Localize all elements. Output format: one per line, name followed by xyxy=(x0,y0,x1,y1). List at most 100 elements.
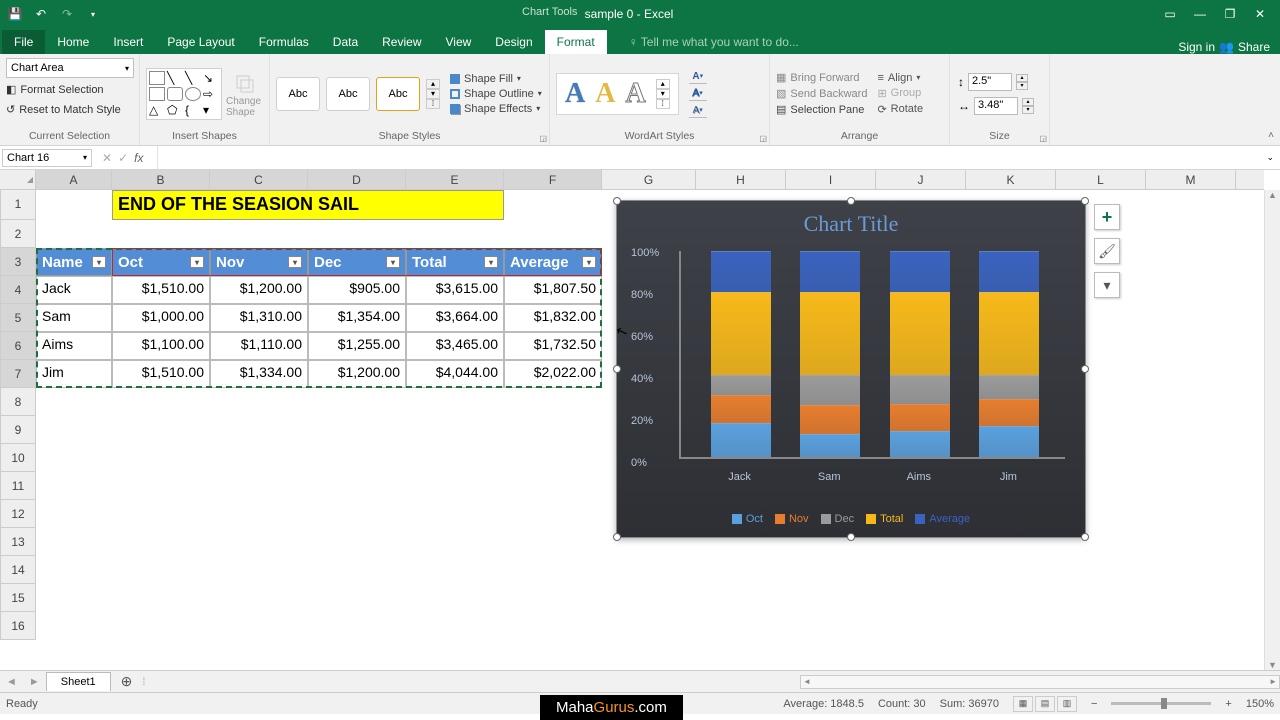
resize-handle[interactable] xyxy=(1081,197,1089,205)
sheet-nav-next[interactable]: ► xyxy=(23,676,46,688)
data-cell[interactable]: $1,807.50 xyxy=(504,276,602,304)
row-header[interactable]: 15 xyxy=(0,584,36,612)
filter-arrow-icon[interactable]: ▾ xyxy=(386,256,400,268)
sign-in-link[interactable]: Sign in xyxy=(1178,40,1215,54)
send-backward-button[interactable]: ▧Send Backward xyxy=(776,87,867,100)
rotate-button[interactable]: ⟳Rotate xyxy=(877,103,923,116)
width-spinner[interactable]: ▴▾ xyxy=(1022,98,1034,114)
row-header[interactable]: 4 xyxy=(0,276,36,304)
filter-arrow-icon[interactable]: ▾ xyxy=(190,256,204,268)
shape-styles-gallery[interactable]: Abc Abc Abc ▴▾⁞ xyxy=(276,77,440,111)
data-cell[interactable]: $1,510.00 xyxy=(112,360,210,388)
data-cell[interactable]: $2,022.00 xyxy=(504,360,602,388)
format-selection-button[interactable]: ◧Format Selection xyxy=(6,81,104,98)
chart-styles-button[interactable]: 🖌 xyxy=(1094,238,1120,264)
column-header[interactable]: K xyxy=(966,170,1056,189)
shape-outline-button[interactable]: Shape Outline▾ xyxy=(450,88,542,100)
gallery-nav[interactable]: ▴▾⁞ xyxy=(426,79,440,109)
data-cell[interactable]: $4,044.00 xyxy=(406,360,504,388)
wordart-launcher-icon[interactable]: ◲ xyxy=(759,134,767,143)
align-button[interactable]: ≡Align▾ xyxy=(877,72,923,84)
enter-formula-icon[interactable]: ✓ xyxy=(118,151,128,165)
data-cell[interactable]: $905.00 xyxy=(308,276,406,304)
name-cell[interactable]: Aims xyxy=(36,332,112,360)
fx-icon[interactable]: fx xyxy=(134,151,149,165)
column-header[interactable]: I xyxy=(786,170,876,189)
shape-width-input[interactable]: ↔3.48"▴▾ xyxy=(958,97,1034,115)
bar-stack[interactable] xyxy=(890,251,950,457)
row-header[interactable]: 6 xyxy=(0,332,36,360)
tab-data[interactable]: Data xyxy=(321,30,370,54)
row-header[interactable]: 13 xyxy=(0,528,36,556)
undo-icon[interactable]: ↶ xyxy=(32,5,50,23)
zoom-out-button[interactable]: − xyxy=(1091,698,1097,710)
wordart-style-2[interactable]: A xyxy=(595,78,615,110)
filter-arrow-icon[interactable]: ▾ xyxy=(484,256,498,268)
select-all-corner[interactable] xyxy=(0,170,36,189)
column-header[interactable]: J xyxy=(876,170,966,189)
resize-handle[interactable] xyxy=(613,533,621,541)
worksheet-grid[interactable]: ABCDEFGHIJKLM 12345678910111213141516 EN… xyxy=(0,170,1280,670)
sheet-tab-sheet1[interactable]: Sheet1 xyxy=(46,672,111,691)
bar-segment[interactable] xyxy=(711,251,771,292)
column-header[interactable]: F xyxy=(504,170,602,189)
data-cell[interactable]: $1,354.00 xyxy=(308,304,406,332)
column-header[interactable]: M xyxy=(1146,170,1236,189)
column-header[interactable]: C xyxy=(210,170,308,189)
table-header[interactable]: Nov▾ xyxy=(210,248,308,276)
bar-segment[interactable] xyxy=(711,375,771,396)
data-cell[interactable]: $1,832.00 xyxy=(504,304,602,332)
bar-segment[interactable] xyxy=(800,375,860,405)
tab-format[interactable]: Format xyxy=(545,30,607,54)
row-header[interactable]: 5 xyxy=(0,304,36,332)
width-value[interactable]: 3.48" xyxy=(974,97,1018,115)
text-effects-button[interactable]: A▾ xyxy=(689,104,707,118)
shape-fill-button[interactable]: Shape Fill▾ xyxy=(450,73,542,85)
chart-elements-button[interactable]: + xyxy=(1094,204,1120,230)
data-cell[interactable]: $1,732.50 xyxy=(504,332,602,360)
row-header[interactable]: 8 xyxy=(0,388,36,416)
ribbon-display-icon[interactable]: ▭ xyxy=(1158,4,1182,24)
data-cell[interactable]: $1,200.00 xyxy=(210,276,308,304)
tab-insert[interactable]: Insert xyxy=(101,30,155,54)
table-header[interactable]: Oct▾ xyxy=(112,248,210,276)
data-cell[interactable]: $3,615.00 xyxy=(406,276,504,304)
shape-styles-launcher-icon[interactable]: ◲ xyxy=(539,134,547,143)
tab-home[interactable]: Home xyxy=(45,30,101,54)
minimize-icon[interactable]: — xyxy=(1188,4,1212,24)
data-cell[interactable]: $1,334.00 xyxy=(210,360,308,388)
size-launcher-icon[interactable]: ◲ xyxy=(1039,134,1047,143)
bar-segment[interactable] xyxy=(979,251,1039,292)
bar-segment[interactable] xyxy=(890,431,950,457)
filter-arrow-icon[interactable]: ▾ xyxy=(582,256,596,268)
wordart-style-3[interactable]: A xyxy=(625,78,645,110)
table-header[interactable]: Name▾ xyxy=(36,248,112,276)
row-header[interactable]: 10 xyxy=(0,444,36,472)
save-icon[interactable]: 💾 xyxy=(6,5,24,23)
add-sheet-button[interactable]: ⊕ xyxy=(111,673,143,690)
height-value[interactable]: 2.5" xyxy=(968,73,1012,91)
chart-legend[interactable]: OctNovDecTotalAverage xyxy=(617,513,1085,525)
shape-style-3[interactable]: Abc xyxy=(376,77,420,111)
wordart-gallery[interactable]: A A A ▴▾⁞ xyxy=(556,73,679,115)
zoom-level[interactable]: 150% xyxy=(1246,698,1274,710)
row-header[interactable]: 7 xyxy=(0,360,36,388)
name-box[interactable]: Chart 16▾ xyxy=(2,149,92,167)
bar-segment[interactable] xyxy=(800,405,860,434)
table-header[interactable]: Dec▾ xyxy=(308,248,406,276)
filter-arrow-icon[interactable]: ▾ xyxy=(288,256,302,268)
page-break-view-button[interactable]: ▥ xyxy=(1057,696,1077,712)
data-cell[interactable]: $1,310.00 xyxy=(210,304,308,332)
tab-file[interactable]: File xyxy=(2,30,45,54)
filter-arrow-icon[interactable]: ▾ xyxy=(92,256,106,268)
zoom-in-button[interactable]: + xyxy=(1225,698,1231,710)
name-cell[interactable]: Sam xyxy=(36,304,112,332)
row-header[interactable]: 2 xyxy=(0,220,36,248)
row-header[interactable]: 3 xyxy=(0,248,36,276)
collapse-ribbon-icon[interactable]: ˄ xyxy=(1268,130,1274,141)
row-header[interactable]: 12 xyxy=(0,500,36,528)
name-cell[interactable]: Jack xyxy=(36,276,112,304)
resize-handle[interactable] xyxy=(613,197,621,205)
group-button[interactable]: ⊞Group xyxy=(877,87,923,100)
redo-icon[interactable]: ↷ xyxy=(58,5,76,23)
